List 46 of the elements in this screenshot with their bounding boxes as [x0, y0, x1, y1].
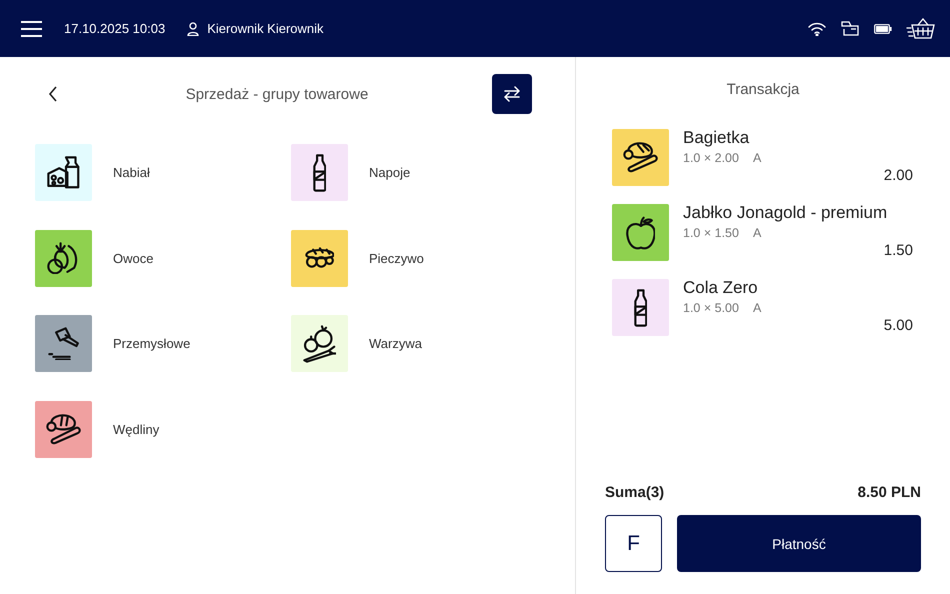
user-name: Kierownik Kierownik [207, 21, 324, 36]
date-time: 17.10.2025 10:03 [64, 21, 166, 36]
back-icon [48, 86, 58, 102]
menu-icon [21, 20, 42, 36]
bottle-icon [312, 154, 326, 192]
category-button[interactable]: Nabiał [35, 144, 291, 201]
sum-label: Suma(3) [605, 484, 664, 501]
payment-button[interactable]: Płatność [677, 515, 921, 572]
wifi-icon [808, 22, 826, 36]
swap-button[interactable] [492, 74, 532, 114]
category-button[interactable]: Wędliny [35, 400, 291, 458]
bread-icon [622, 141, 658, 174]
panel-title: Transakcja [726, 80, 800, 100]
product-name: Bagietka [683, 128, 750, 148]
fruit-icon [47, 242, 80, 274]
item-quantity: 1.0 × 2.00 [683, 151, 739, 165]
category-button[interactable]: Warzywa [291, 315, 547, 372]
vat-rate: A [752, 151, 762, 165]
product-name: Jabłko Jonagold - premium [683, 203, 888, 223]
f-button[interactable]: F [605, 515, 662, 572]
battery-icon [874, 24, 892, 34]
bottle-icon [634, 288, 648, 326]
item-quantity: 1.0 × 5.00 [683, 301, 739, 315]
bread-icon [304, 247, 334, 269]
swap-icon [503, 86, 521, 102]
category-button[interactable]: Owoce [35, 230, 291, 286]
sum-value: 8.50 PLN [858, 484, 921, 501]
vegetables-icon [302, 324, 336, 362]
vat-rate: A [752, 301, 762, 315]
category-button[interactable]: Przemysłowe [35, 315, 291, 372]
category-button[interactable]: Napoje [291, 144, 547, 201]
product-name: Cola Zero [683, 278, 759, 298]
hammer-icon [48, 326, 80, 360]
sausage-icon [46, 412, 82, 446]
item-price: 5.00 [884, 317, 913, 334]
menu-button[interactable] [21, 20, 42, 36]
item-price: 1.50 [884, 242, 913, 259]
milk-cheese-icon [47, 156, 80, 189]
item-quantity: 1.0 × 1.50 [683, 226, 739, 240]
user-icon [187, 22, 200, 36]
basket-icon [906, 18, 936, 40]
vat-rate: A [752, 226, 762, 240]
panel-title: Sprzedaż - grupy towarowe [184, 86, 370, 102]
item-price: 2.00 [884, 167, 913, 184]
category-button[interactable]: Pieczywo [291, 230, 547, 286]
apple-icon [626, 214, 656, 250]
